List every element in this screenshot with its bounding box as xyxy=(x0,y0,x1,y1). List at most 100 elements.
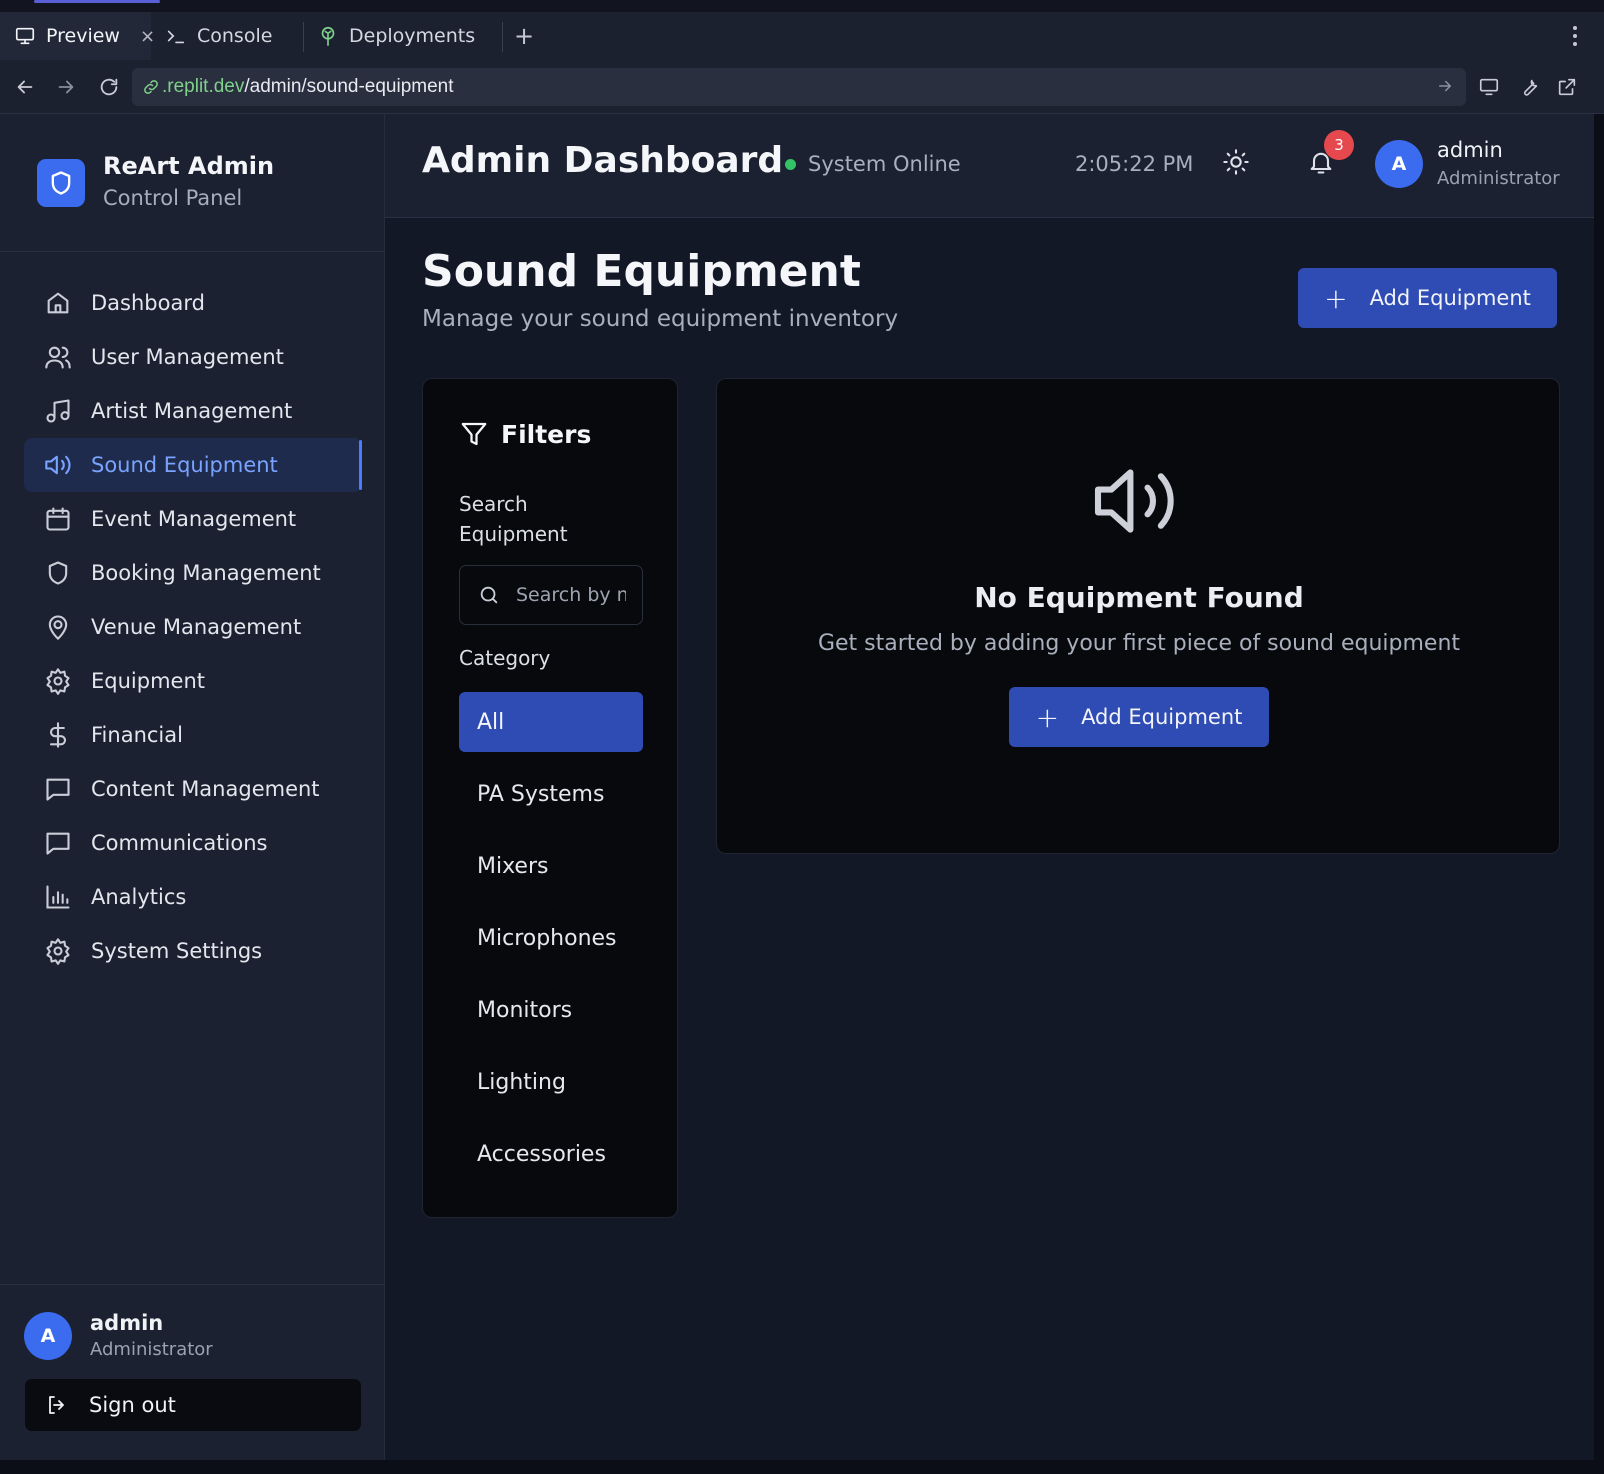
gear-icon xyxy=(44,937,72,965)
log-out-icon xyxy=(45,1393,69,1417)
window-edge xyxy=(1594,114,1604,1474)
sidebar-item-label: Analytics xyxy=(91,885,187,909)
main-content: Sound Equipment Manage your sound equipm… xyxy=(385,218,1594,1460)
sidebar-item-label: Financial xyxy=(91,723,183,747)
category-option-pa-systems[interactable]: PA Systems xyxy=(459,764,643,824)
category-option-mixers[interactable]: Mixers xyxy=(459,836,643,896)
wrench-icon[interactable] xyxy=(1516,74,1542,100)
sidebar-item-system-settings[interactable]: System Settings xyxy=(24,924,362,978)
brand: ReArt Admin Control Panel xyxy=(0,114,385,252)
sidebar-item-label: Communications xyxy=(91,831,268,855)
sidebar-user: A admin Administrator xyxy=(24,1311,213,1360)
sidebar: ReArt Admin Control Panel Dashboard User… xyxy=(0,114,385,1460)
music-icon xyxy=(44,397,72,425)
empty-message: Get started by adding your first piece o… xyxy=(817,631,1461,656)
status-text: System Online xyxy=(808,152,961,176)
url-host: .replit.dev xyxy=(162,76,245,97)
window-strip xyxy=(0,0,1604,12)
sidebar-item-financial[interactable]: Financial xyxy=(24,708,362,762)
map-pin-icon xyxy=(44,613,72,641)
sidebar-item-user-management[interactable]: User Management xyxy=(24,330,362,384)
sidebar-footer: A admin Administrator Sign out xyxy=(0,1284,385,1460)
calendar-icon xyxy=(44,505,72,533)
header-user-menu[interactable]: A admin Administrator xyxy=(1375,138,1560,189)
avatar: A xyxy=(24,1311,72,1360)
empty-title: No Equipment Found xyxy=(974,581,1304,614)
more-options-icon[interactable] xyxy=(1572,12,1578,60)
search-label: Search Equipment xyxy=(459,492,568,546)
filter-icon xyxy=(459,419,489,449)
browser-chrome: Preview × Console Deployments + .replit.… xyxy=(0,0,1604,114)
sidebar-item-label: System Settings xyxy=(91,939,263,963)
window-bottom-edge xyxy=(0,1460,1604,1474)
empty-state: No Equipment Found Get started by adding… xyxy=(716,378,1560,854)
tab-preview[interactable]: Preview × xyxy=(0,12,155,60)
message-square-icon xyxy=(44,775,72,803)
sidebar-item-dashboard[interactable]: Dashboard xyxy=(24,276,362,330)
user-role: Administrator xyxy=(90,1339,213,1360)
search-field[interactable] xyxy=(459,565,643,625)
status-dot xyxy=(785,158,796,170)
sidebar-item-event-management[interactable]: Event Management xyxy=(24,492,362,546)
terminal-icon xyxy=(165,25,187,47)
brand-subtitle: Control Panel xyxy=(103,186,243,210)
search-input[interactable] xyxy=(516,584,626,606)
sidebar-item-sound-equipment[interactable]: Sound Equipment xyxy=(24,438,362,492)
sidebar-item-equipment[interactable]: Equipment xyxy=(24,654,362,708)
back-icon[interactable] xyxy=(12,74,38,100)
sidebar-item-venue-management[interactable]: Venue Management xyxy=(24,600,362,654)
sidebar-item-booking-management[interactable]: Booking Management xyxy=(24,546,362,600)
users-icon xyxy=(44,343,72,371)
sign-out-label: Sign out xyxy=(89,1393,176,1417)
notification-badge: 3 xyxy=(1324,130,1354,160)
sun-icon[interactable] xyxy=(1222,148,1250,176)
new-tab-button[interactable]: + xyxy=(514,12,534,60)
dollar-icon xyxy=(44,721,72,749)
sidebar-item-analytics[interactable]: Analytics xyxy=(24,870,362,924)
forward-icon[interactable] xyxy=(53,74,79,100)
tab-label: Preview xyxy=(46,25,120,47)
category-option-accessories[interactable]: Accessories xyxy=(459,1124,643,1184)
tab-console[interactable]: Console xyxy=(151,12,303,60)
user-name: admin xyxy=(1437,138,1503,162)
url-field[interactable]: .replit.dev/admin/sound-equipment xyxy=(132,68,1466,106)
category-option-monitors[interactable]: Monitors xyxy=(459,980,643,1040)
home-icon xyxy=(44,289,72,317)
sidebar-item-content-management[interactable]: Content Management xyxy=(24,762,362,816)
category-option-lighting[interactable]: Lighting xyxy=(459,1052,643,1112)
add-equipment-button[interactable]: + Add Equipment xyxy=(1009,687,1269,747)
sidebar-nav: Dashboard User Management Artist Managem… xyxy=(24,276,362,978)
tab-label: Console xyxy=(197,25,273,47)
system-status: System Online xyxy=(785,152,961,176)
sidebar-item-label: Event Management xyxy=(91,507,297,531)
sidebar-item-label: Dashboard xyxy=(91,291,205,315)
plus-icon: + xyxy=(1324,281,1348,315)
deploy-icon xyxy=(317,25,339,47)
sidebar-item-label: Venue Management xyxy=(91,615,302,639)
tab-label: Deployments xyxy=(349,25,476,47)
sidebar-item-label: Sound Equipment xyxy=(91,453,278,477)
address-bar: .replit.dev/admin/sound-equipment xyxy=(0,60,1604,114)
sidebar-item-label: User Management xyxy=(91,345,284,369)
speaker-icon xyxy=(44,451,72,479)
go-icon[interactable] xyxy=(1436,77,1454,95)
tab-divider xyxy=(502,22,503,52)
message-square-icon xyxy=(44,829,72,857)
browser-tab-bar: Preview × Console Deployments + xyxy=(0,12,1604,60)
sidebar-item-label: Artist Management xyxy=(91,399,293,423)
devices-icon[interactable] xyxy=(1476,74,1502,100)
sidebar-item-artist-management[interactable]: Artist Management xyxy=(24,384,362,438)
monitor-icon xyxy=(14,25,36,47)
reload-icon[interactable] xyxy=(96,74,122,100)
sign-out-button[interactable]: Sign out xyxy=(25,1379,361,1431)
category-option-all[interactable]: All xyxy=(459,692,643,752)
tab-deployments[interactable]: Deployments xyxy=(303,12,503,60)
filters-heading: Filters xyxy=(459,419,591,449)
sidebar-item-communications[interactable]: Communications xyxy=(24,816,362,870)
app-root: ReArt Admin Control Panel Dashboard User… xyxy=(0,114,1594,1460)
add-equipment-button[interactable]: + Add Equipment xyxy=(1298,268,1557,328)
plus-icon: + xyxy=(1035,700,1060,734)
page-subtitle: Manage your sound equipment inventory xyxy=(422,306,899,332)
category-option-microphones[interactable]: Microphones xyxy=(459,908,643,968)
external-link-icon[interactable] xyxy=(1554,74,1580,100)
